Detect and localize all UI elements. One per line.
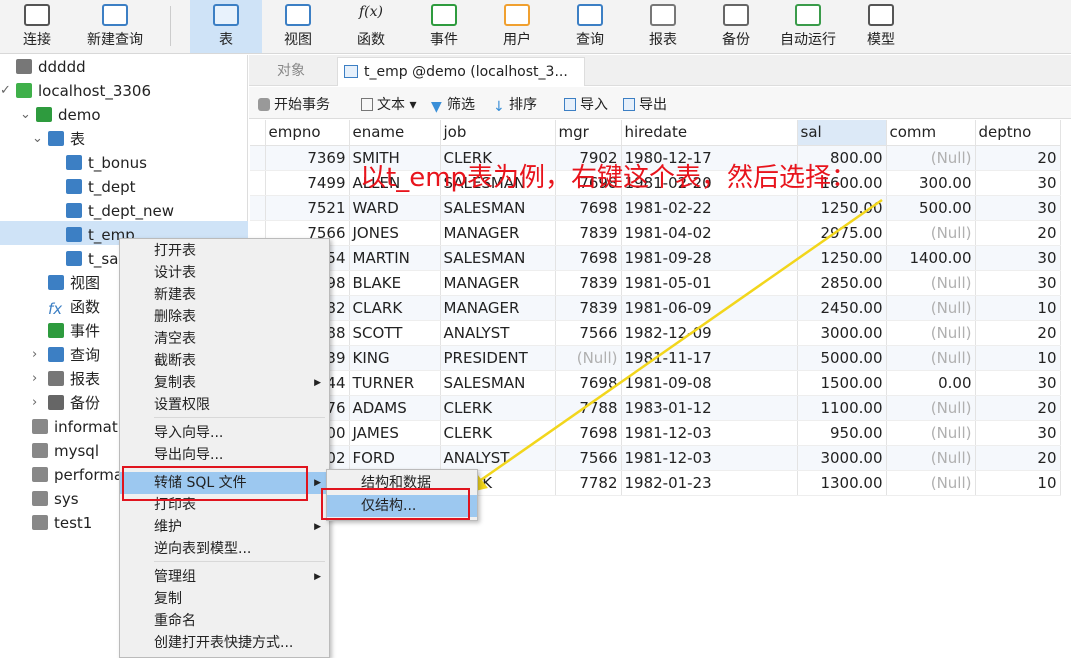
- context-menu-item[interactable]: 打开表: [120, 240, 329, 262]
- context-menu-item[interactable]: 创建打开表快捷方式...: [120, 632, 329, 654]
- menu-item-label: 重命名: [154, 613, 196, 629]
- menu-item-label: 导出向导...: [154, 447, 224, 463]
- submenu-arrow-icon: ▶: [314, 522, 321, 532]
- menu-item-label: 创建打开表快捷方式...: [154, 635, 294, 651]
- highlight-box-dump: [122, 466, 308, 501]
- context-menu-item[interactable]: 导入向导...: [120, 422, 329, 444]
- highlight-box-structure-only: [321, 488, 470, 520]
- menu-separator: [154, 417, 325, 418]
- context-menu-item[interactable]: 重命名: [120, 610, 329, 632]
- menu-separator: [154, 561, 325, 562]
- context-menu: 打开表设计表新建表删除表清空表截断表复制表 ▶ 设置权限导入向导... 导出向导...…: [119, 238, 330, 658]
- menu-item-label: 打开表: [154, 243, 196, 259]
- menu-item-label: 清空表: [154, 331, 196, 347]
- menu-item-label: 设计表: [154, 265, 196, 281]
- context-menu-item[interactable]: 删除表: [120, 306, 329, 328]
- menu-item-label: 删除表: [154, 309, 196, 325]
- context-menu-item[interactable]: 复制: [120, 588, 329, 610]
- context-menu-item[interactable]: 导出向导...: [120, 444, 329, 466]
- menu-item-label: 管理组: [154, 569, 196, 585]
- menu-item-label: 逆向表到模型...: [154, 541, 252, 557]
- context-menu-item[interactable]: 复制表 ▶: [120, 372, 329, 394]
- context-menu-item[interactable]: 截断表: [120, 350, 329, 372]
- context-menu-item[interactable]: 管理组 ▶: [120, 566, 329, 588]
- context-menu-item[interactable]: 新建表: [120, 284, 329, 306]
- menu-item-label: 复制: [154, 591, 182, 607]
- context-menu-item[interactable]: 维护 ▶: [120, 516, 329, 538]
- submenu-arrow-icon: ▶: [314, 478, 321, 488]
- menu-item-label: 复制表: [154, 375, 196, 391]
- context-menu-item[interactable]: 设置权限: [120, 394, 329, 416]
- menu-item-label: 导入向导...: [154, 425, 224, 441]
- menu-item-label: 新建表: [154, 287, 196, 303]
- context-menu-item[interactable]: 逆向表到模型...: [120, 538, 329, 560]
- menu-item-label: 维护: [154, 519, 182, 535]
- context-menu-item[interactable]: 清空表: [120, 328, 329, 350]
- menu-item-label: 截断表: [154, 353, 196, 369]
- context-menu-item[interactable]: 设计表: [120, 262, 329, 284]
- submenu-arrow-icon: ▶: [314, 572, 321, 582]
- menu-item-label: 设置权限: [154, 397, 210, 413]
- submenu-arrow-icon: ▶: [314, 378, 321, 388]
